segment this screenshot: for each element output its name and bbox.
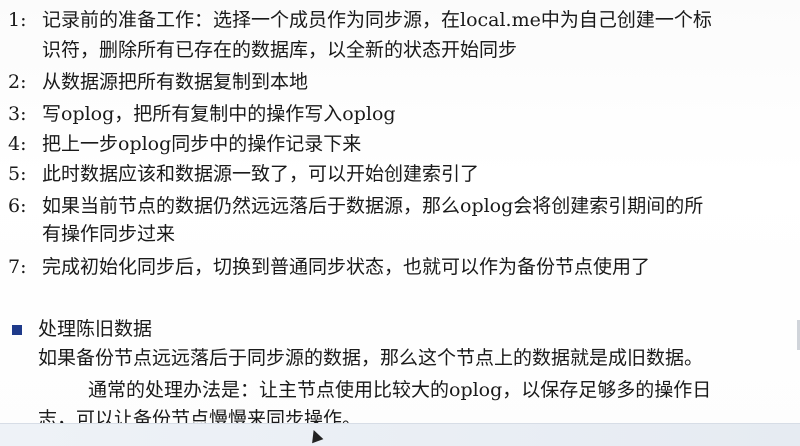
item-number: 7: (8, 256, 27, 278)
item-text: 从数据源把所有数据复制到本地 (42, 71, 309, 93)
item-number: 2: (8, 71, 27, 93)
item-text: 写oplog，把所有复制中的操作写入oplog (42, 103, 396, 125)
item-text: 有操作同步过来 (42, 223, 176, 245)
item-text: 完成初始化同步后，切换到普通同步状态，也就可以作为备份节点使用了 (42, 256, 651, 278)
item-text: 识符，删除所有已存在的数据库，以全新的状态开始同步 (42, 39, 518, 61)
item-number: 6: (8, 195, 27, 217)
bottom-bar (0, 423, 800, 446)
item-number: 1: (8, 9, 27, 31)
item-number: 5: (8, 163, 27, 185)
section-paragraph: 通常的处理办法是：让主节点使用比较大的oplog，以保存足够多的操作日 (88, 379, 712, 401)
section-paragraph: 如果备份节点远远落后于同步源的数据，那么这个节点上的数据就是成旧数据。 (38, 347, 704, 369)
item-text: 记录前的准备工作：选择一个成员作为同步源，在local.me中为自己创建一个标 (42, 9, 712, 31)
item-text: 把上一步oplog同步中的操作记录下来 (42, 133, 362, 155)
square-bullet-icon (12, 325, 22, 335)
slide: 1: 记录前的准备工作：选择一个成员作为同步源，在local.me中为自己创建一… (0, 0, 800, 446)
item-text: 如果当前节点的数据仍然远远落后于数据源，那么oplog会将创建索引期间的所 (42, 195, 704, 217)
item-number: 4: (8, 133, 27, 155)
section-heading: 处理陈旧数据 (38, 318, 153, 340)
item-text: 此时数据应该和数据源一致了，可以开始创建索引了 (42, 163, 480, 185)
item-number: 3: (8, 103, 27, 125)
